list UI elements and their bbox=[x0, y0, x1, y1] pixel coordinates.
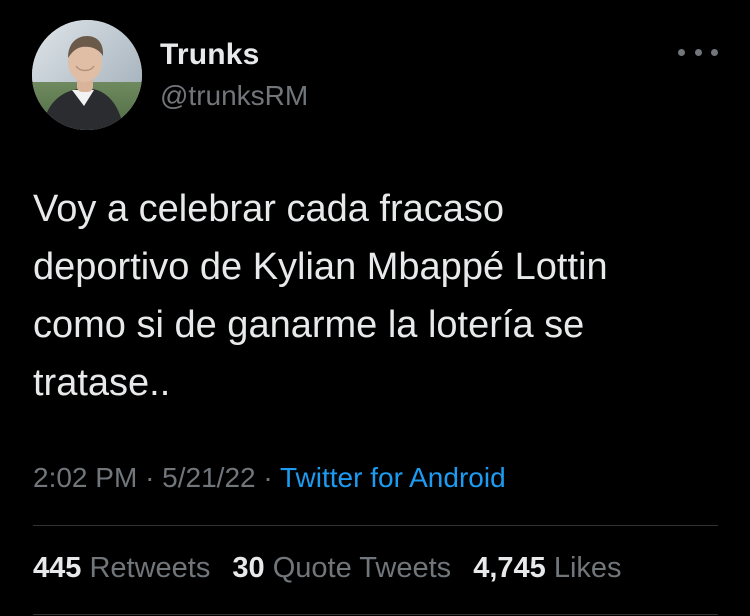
tweet-text-line: como si de ganarme la lotería se bbox=[33, 304, 585, 346]
quote-tweets-label: Quote Tweets bbox=[272, 552, 452, 584]
retweets-count: 445 bbox=[33, 552, 82, 584]
tweet-text-line: tratase.. bbox=[33, 362, 171, 404]
tweet-detail: Trunks @trunksRM Voy a celebrar cada fra… bbox=[0, 0, 750, 616]
quote-tweets-stat[interactable]: 30 Quote Tweets bbox=[232, 552, 451, 584]
likes-stat[interactable]: 4,745 Likes bbox=[473, 552, 621, 584]
tweet-text-line: deportivo de Kylian Mbappé Lottin bbox=[33, 246, 608, 288]
meta-separator: · bbox=[145, 462, 155, 493]
likes-count: 4,745 bbox=[473, 552, 546, 584]
more-dot bbox=[711, 48, 718, 56]
quote-tweets-count: 30 bbox=[232, 552, 265, 584]
author-handle[interactable]: @trunksRM bbox=[160, 80, 308, 112]
more-dot bbox=[678, 48, 685, 56]
more-options-icon[interactable] bbox=[678, 40, 718, 64]
tweet-date[interactable]: 5/21/22 bbox=[162, 462, 255, 493]
retweets-label: Retweets bbox=[89, 552, 211, 584]
divider bbox=[33, 525, 718, 526]
tweet-stats: 445 Retweets 30 Quote Tweets 4,745 Likes bbox=[33, 552, 636, 585]
avatar[interactable] bbox=[32, 20, 142, 130]
divider bbox=[33, 614, 718, 615]
tweet-source-link[interactable]: Twitter for Android bbox=[280, 462, 506, 493]
tweet-text-line: Voy a celebrar cada fracaso bbox=[33, 188, 505, 230]
more-dot bbox=[694, 48, 702, 56]
retweets-stat[interactable]: 445 Retweets bbox=[33, 552, 210, 584]
meta-separator: · bbox=[263, 462, 273, 493]
author-display-name[interactable]: Trunks bbox=[160, 38, 260, 72]
tweet-text: Voy a celebrar cada fracaso deportivo de… bbox=[33, 180, 723, 412]
tweet-time[interactable]: 2:02 PM bbox=[33, 462, 137, 493]
tweet-metadata: 2:02 PM · 5/21/22 · Twitter for Android bbox=[33, 462, 506, 494]
likes-label: Likes bbox=[553, 552, 622, 584]
avatar-photo bbox=[32, 20, 142, 130]
